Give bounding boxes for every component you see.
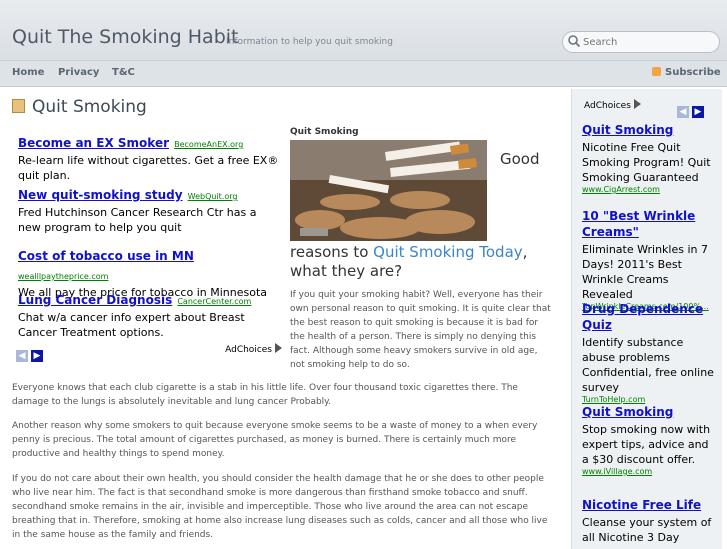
body-paragraph: Another reason why some smokers to quit … [12, 421, 538, 459]
ad-description: Re-learn life without cigarettes. Get a … [18, 154, 279, 182]
sidebar-ad-pager: ◀ ▶ [677, 99, 707, 118]
adchoices-icon [275, 343, 282, 353]
ad-title[interactable]: New quit-smoking study [18, 188, 183, 202]
sidebar-adchoices-label: AdChoices [584, 101, 631, 111]
sidebar-ad-unit[interactable]: 10 "Best Wrinkle Creams" Eliminate Wrink… [582, 208, 717, 311]
body-paragraph: If you do not care about their own healt… [12, 474, 548, 540]
ad-url[interactable]: WebQuit.org [188, 192, 238, 201]
sidebar-ad-description: Eliminate Wrinkles in 7 Days! 2011's Bes… [582, 243, 709, 301]
sidebar-ad-unit[interactable]: Quit Smoking Stop smoking now with exper… [582, 404, 717, 476]
site-title[interactable]: Quit The Smoking Habit [12, 26, 238, 48]
sidebar-ad-title[interactable]: Quit Smoking [582, 404, 717, 420]
ad-url[interactable]: BecomeAnEX.org [174, 140, 243, 149]
site-tagline: Information to help you quit smoking [226, 37, 393, 47]
post-title-text[interactable]: Quit Smoking [32, 97, 147, 117]
sidebar-ad-title[interactable]: Nicotine Free Life [582, 497, 717, 513]
ad-prev-button[interactable]: ◀ [16, 350, 28, 362]
search-box[interactable] [562, 31, 720, 53]
adchoices-link[interactable]: AdChoices [225, 343, 282, 355]
adchoices-label: AdChoices [225, 345, 272, 355]
search-icon [568, 35, 581, 48]
sidebar-ad-url[interactable]: www.iVillage.com [582, 467, 717, 476]
body-paragraph: Everyone knows that each club cigarette … [12, 383, 518, 407]
ad-unit[interactable]: Lung Cancer Diagnosis CancerCenter.com C… [18, 289, 280, 340]
document-icon [12, 99, 25, 113]
main-nav: Home Privacy T&C Subscribe [0, 61, 727, 87]
sidebar-ad-title[interactable]: Drug Dependence Quiz [582, 301, 717, 333]
sidebar-ad-description: Nicotine Free Quit Smoking Program! Quit… [582, 141, 711, 184]
nav-tc[interactable]: T&C [112, 67, 135, 78]
sidebar-ad-title[interactable]: Quit Smoking [582, 122, 717, 138]
sidebar-ad-description: Identify substance abuse problems Confid… [582, 336, 714, 394]
subscribe-label: Subscribe [665, 67, 721, 78]
sidebar-ad-next-button[interactable]: ▶ [692, 106, 704, 118]
headline-lead: Good [500, 150, 540, 168]
sidebar-ad-url[interactable]: TurnToHelp.com [582, 395, 717, 404]
ad-title[interactable]: Lung Cancer Diagnosis [18, 293, 172, 307]
sidebar-ad-prev-button[interactable]: ◀ [677, 106, 689, 118]
adchoices-icon [633, 99, 641, 109]
ad-description: Fred Hutchinson Cancer Research Ctr has … [18, 206, 257, 234]
subscribe-link[interactable]: Subscribe [652, 67, 721, 78]
headline-text: reasons to [290, 243, 374, 261]
nav-privacy[interactable]: Privacy [58, 67, 99, 78]
ad-title[interactable]: Become an EX Smoker [18, 136, 169, 150]
sidebar-ad-unit[interactable]: Quit Smoking Nicotine Free Quit Smoking … [582, 122, 717, 194]
sidebar-ad-title[interactable]: 10 "Best Wrinkle Creams" [582, 208, 717, 240]
sidebar-ad-description: Stop smoking now with expert tips, advic… [582, 423, 711, 466]
cigarettes-photo [290, 140, 487, 241]
rss-icon [652, 67, 661, 76]
ad-unit[interactable]: New quit-smoking study WebQuit.org Fred … [18, 184, 280, 235]
post-title: Quit Smoking [12, 97, 147, 117]
sidebar-adchoices-link[interactable]: AdChoices [584, 99, 641, 111]
search-input[interactable] [581, 33, 715, 51]
ad-unit[interactable]: Become an EX Smoker BecomeAnEX.org Re-le… [18, 132, 280, 183]
image-caption: Quit Smoking [290, 127, 359, 137]
ad-pager: ◀ ▶ [16, 343, 46, 362]
sidebar-ad-description: Cleanse your system of all Nicotine 3 Da… [582, 516, 712, 544]
ad-next-button[interactable]: ▶ [31, 350, 43, 362]
sidebar-ad-url[interactable]: www.CigArrest.com [582, 185, 717, 194]
nav-home[interactable]: Home [12, 67, 44, 78]
ad-url[interactable]: wealllpaytheprice.com [18, 272, 108, 281]
site-header: Quit The Smoking Habit Information to he… [0, 0, 727, 61]
sidebar: AdChoices ◀ ▶ Quit Smoking Nicotine Free … [571, 89, 722, 549]
ad-title[interactable]: Cost of tobacco use in MN [18, 249, 194, 263]
sidebar-ad-unit[interactable]: Drug Dependence Quiz Identify substance … [582, 301, 717, 404]
sidebar-ad-unit[interactable]: Nicotine Free Life Cleanse your system o… [582, 497, 717, 545]
intro-paragraph: If you quit your smoking habit? Well, ev… [290, 290, 551, 370]
ad-description: Chat w/a cancer info expert about Breast… [18, 311, 245, 339]
headline-link[interactable]: Quit Smoking Today [373, 243, 522, 261]
left-ad-block: Become an EX Smoker BecomeAnEX.org Re-le… [14, 128, 282, 362]
ad-url[interactable]: CancerCenter.com [177, 297, 251, 306]
post-headline: reasons to Quit Smoking Today, what they… [290, 243, 550, 281]
